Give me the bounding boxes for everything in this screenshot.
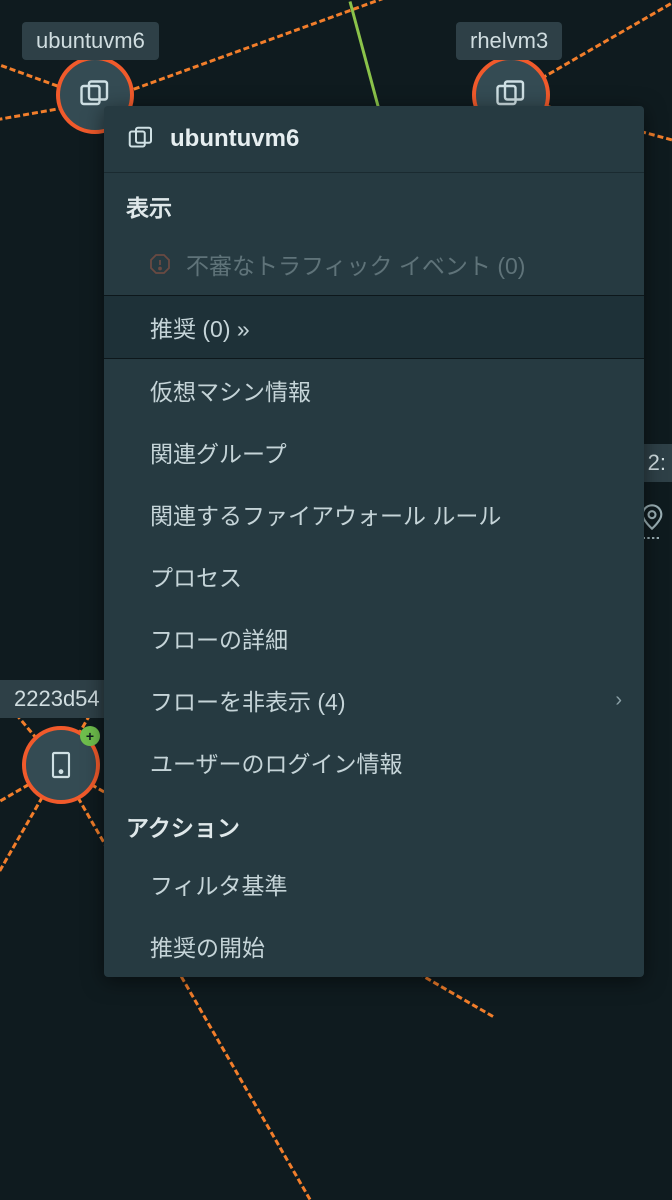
menu-item-label: フローの詳細 [150, 621, 288, 655]
menu-item-label: 関連するファイアウォール ルール [150, 497, 501, 531]
section-label-action: アクション [104, 793, 644, 853]
node-label-ubuntuvm6[interactable]: ubuntuvm6 [22, 22, 159, 60]
menu-item-label: プロセス [150, 559, 242, 593]
menu-item-label: 推奨 (0) » [150, 310, 250, 344]
menu-item-flow-details[interactable]: フローの詳細 [104, 607, 644, 669]
node-2223d54[interactable]: + [22, 726, 100, 804]
context-menu-title: ubuntuvm6 [170, 125, 299, 153]
menu-item-label: フィルタ基準 [150, 867, 288, 901]
menu-item-filter-criteria[interactable]: フィルタ基準 [104, 853, 644, 915]
menu-item-label: ユーザーのログイン情報 [150, 745, 403, 779]
menu-item-related-firewall-rules[interactable]: 関連するファイアウォール ルール [104, 483, 644, 545]
menu-item-label: 関連グループ [150, 435, 287, 469]
menu-item-vm-info[interactable]: 仮想マシン情報 [104, 359, 644, 421]
node-label-2223d54[interactable]: 2223d54 [0, 680, 114, 718]
menu-item-related-groups[interactable]: 関連グループ [104, 421, 644, 483]
alert-octagon-icon [148, 252, 172, 276]
menu-item-label: 不審なトラフィック イベント (0) [186, 247, 525, 281]
menu-item-user-login-info[interactable]: ユーザーのログイン情報 [104, 731, 644, 793]
menu-item-recommendations[interactable]: 推奨 (0) » [104, 295, 644, 359]
vm-icon [126, 124, 156, 154]
context-menu: ubuntuvm6 表示 不審なトラフィック イベント (0) 推奨 (0) »… [104, 106, 644, 977]
node-label-rhelvm3[interactable]: rhelvm3 [456, 22, 562, 60]
host-icon [45, 749, 77, 781]
section-label-view: 表示 [104, 173, 644, 233]
add-badge-icon: + [80, 726, 100, 746]
menu-item-label: 推奨の開始 [150, 929, 265, 963]
menu-item-label: フローを非表示 (4) [150, 683, 346, 717]
chevron-right-icon: › [615, 689, 622, 712]
menu-item-suspicious-traffic: 不審なトラフィック イベント (0) [104, 233, 644, 295]
context-menu-header: ubuntuvm6 [104, 106, 644, 173]
menu-item-start-recommendation[interactable]: 推奨の開始 [104, 915, 644, 977]
menu-item-hide-flows[interactable]: フローを非表示 (4) › [104, 669, 644, 731]
menu-item-label: 仮想マシン情報 [150, 373, 311, 407]
menu-item-processes[interactable]: プロセス [104, 545, 644, 607]
